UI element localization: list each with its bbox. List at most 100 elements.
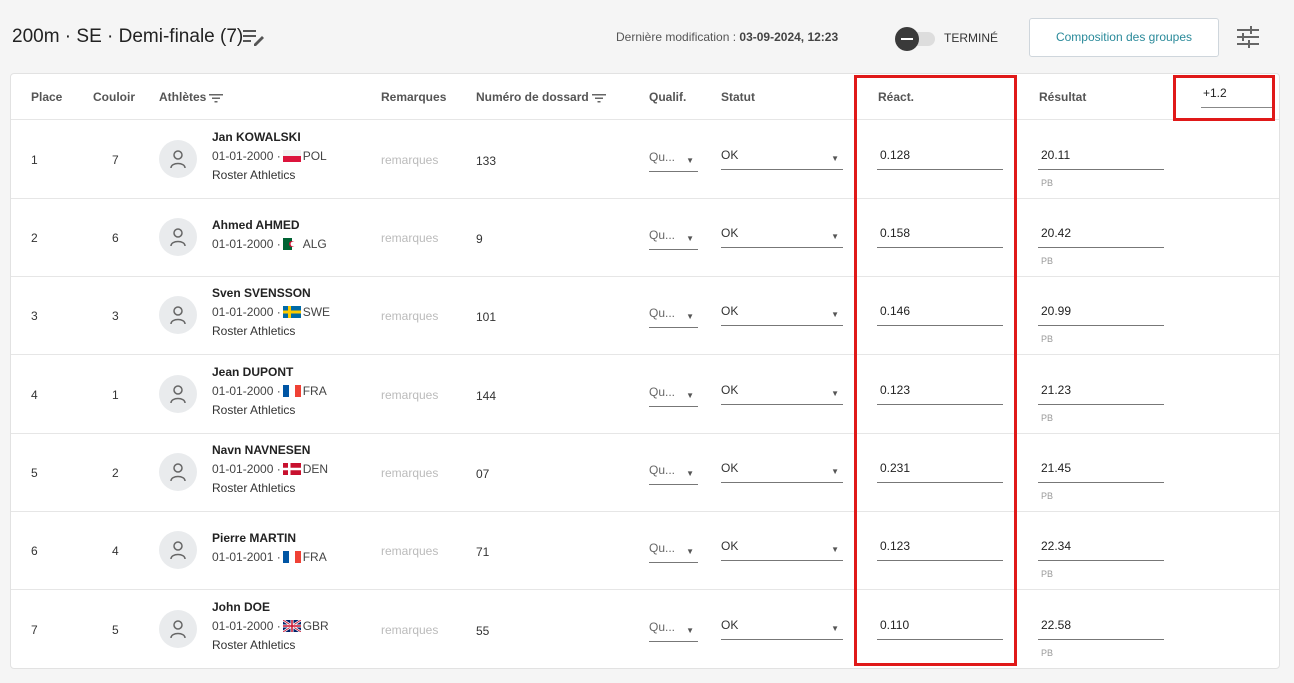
athlete-country: POL <box>302 149 327 163</box>
tune-settings-icon[interactable] <box>1234 24 1262 50</box>
table-row: 1 7 Jan KOWALSKI 01-01-2000 · POL Roster Athl… <box>11 120 1279 199</box>
avatar <box>159 140 197 178</box>
athlete-dob: 01-01-2001 · <box>212 550 281 564</box>
status-value: OK <box>721 304 739 318</box>
athlete-name[interactable]: Sven SVENSSON <box>212 286 311 300</box>
result-input[interactable]: 20.42 <box>1038 226 1164 248</box>
qualif-select[interactable]: Qu... ▼ <box>649 150 698 172</box>
athlete-dob-country: 01-01-2000 · ALG <box>212 237 327 251</box>
result-input[interactable]: 21.45 <box>1038 461 1164 483</box>
lane-cell: 3 <box>112 309 119 323</box>
status-value: OK <box>721 226 739 240</box>
chevron-down-icon: ▼ <box>686 156 694 165</box>
athlete-name[interactable]: Navn NAVNESEN <box>212 443 310 457</box>
athlete-club: Roster Athletics <box>212 168 296 182</box>
lane-cell: 7 <box>112 153 119 167</box>
remarks-input[interactable]: remarques <box>381 309 438 323</box>
chevron-down-icon: ▼ <box>686 234 694 243</box>
col-remarks[interactable]: Remarques <box>381 90 446 104</box>
flag-pol-icon <box>282 150 301 162</box>
status-value: OK <box>721 539 739 553</box>
status-select[interactable]: OK ▼ <box>721 304 843 326</box>
athlete-country: FRA <box>302 550 327 564</box>
col-result[interactable]: Résultat <box>1039 90 1086 104</box>
person-icon <box>170 620 186 639</box>
page-title: 200m · SE · Demi-finale (7) <box>12 26 244 47</box>
reaction-column-highlight <box>854 75 1017 666</box>
remarks-input[interactable]: remarques <box>381 231 438 245</box>
remarks-input[interactable]: remarques <box>381 466 438 480</box>
bib-cell: 07 <box>476 467 490 481</box>
remarks-input[interactable]: remarques <box>381 623 438 637</box>
status-select[interactable]: OK ▼ <box>721 148 843 170</box>
col-bib[interactable]: Numéro de dossard <box>476 90 606 104</box>
result-input[interactable]: 20.99 <box>1038 304 1164 326</box>
lane-cell: 4 <box>112 544 119 558</box>
filter-icon[interactable] <box>209 93 224 103</box>
place-cell: 1 <box>31 153 38 167</box>
qualif-select[interactable]: Qu... ▼ <box>649 541 698 563</box>
col-qualif[interactable]: Qualif. <box>649 90 686 104</box>
status-select[interactable]: OK ▼ <box>721 383 843 405</box>
finished-toggle[interactable] <box>895 27 941 51</box>
avatar <box>159 375 197 413</box>
table-row: 3 3 Sven SVENSSON 01-01-2000 · SWE Roster Ath… <box>11 277 1279 355</box>
result-input[interactable]: 20.11 <box>1038 148 1164 170</box>
edit-list-icon[interactable] <box>242 27 266 47</box>
qualif-select[interactable]: Qu... ▼ <box>649 228 698 250</box>
athlete-dob: 01-01-2000 · <box>212 384 281 398</box>
chevron-down-icon: ▼ <box>831 310 839 319</box>
pb-badge: PB <box>1041 334 1054 344</box>
group-composition-button[interactable]: Composition des groupes <box>1029 18 1219 57</box>
avatar <box>159 610 197 648</box>
col-place[interactable]: Place <box>31 90 62 104</box>
result-input[interactable]: 22.58 <box>1038 618 1164 640</box>
remarks-input[interactable]: remarques <box>381 544 438 558</box>
person-icon <box>170 385 186 404</box>
status-select[interactable]: OK ▼ <box>721 461 843 483</box>
athlete-dob: 01-01-2000 · <box>212 619 281 633</box>
qualif-select[interactable]: Qu... ▼ <box>649 463 698 485</box>
athlete-name[interactable]: Jean DUPONT <box>212 365 293 379</box>
table-row: 5 2 Navn NAVNESEN 01-01-2000 · DEN Roster Ath… <box>11 434 1279 512</box>
pb-badge: PB <box>1041 413 1054 423</box>
col-athletes-label: Athlètes <box>159 90 207 104</box>
qualif-value: Qu... <box>649 541 676 555</box>
result-input[interactable]: 21.23 <box>1038 383 1164 405</box>
result-input[interactable]: 22.34 <box>1038 539 1164 561</box>
athlete-club: Roster Athletics <box>212 638 296 652</box>
col-lane[interactable]: Couloir <box>93 90 135 104</box>
qualif-value: Qu... <box>649 620 676 634</box>
bib-cell: 144 <box>476 389 497 403</box>
status-select[interactable]: OK ▼ <box>721 618 843 640</box>
athlete-dob: 01-01-2000 · <box>212 237 281 251</box>
col-athletes[interactable]: Athlètes <box>159 90 224 104</box>
qualif-value: Qu... <box>649 150 676 164</box>
athlete-name[interactable]: Jan KOWALSKI <box>212 130 301 144</box>
athlete-country: ALG <box>302 237 327 251</box>
flag-den-icon <box>282 463 301 475</box>
finished-toggle-label: TERMINÉ <box>944 31 998 45</box>
athlete-name[interactable]: John DOE <box>212 600 270 614</box>
lane-cell: 1 <box>112 388 119 402</box>
person-icon <box>170 306 186 325</box>
athlete-name[interactable]: Ahmed AHMED <box>212 218 300 232</box>
lane-cell: 5 <box>112 623 119 637</box>
chevron-down-icon: ▼ <box>686 547 694 556</box>
place-cell: 7 <box>31 623 38 637</box>
qualif-select[interactable]: Qu... ▼ <box>649 306 698 328</box>
flag-fra-icon <box>282 385 301 397</box>
status-select[interactable]: OK ▼ <box>721 226 843 248</box>
avatar <box>159 453 197 491</box>
pb-badge: PB <box>1041 491 1054 501</box>
qualif-select[interactable]: Qu... ▼ <box>649 620 698 642</box>
last-modified-value: 03-09-2024, 12:23 <box>739 30 839 44</box>
status-select[interactable]: OK ▼ <box>721 539 843 561</box>
col-status[interactable]: Statut <box>721 90 755 104</box>
status-value: OK <box>721 461 739 475</box>
remarks-input[interactable]: remarques <box>381 153 438 167</box>
remarks-input[interactable]: remarques <box>381 388 438 402</box>
qualif-select[interactable]: Qu... ▼ <box>649 385 698 407</box>
filter-icon[interactable] <box>591 93 606 103</box>
athlete-name[interactable]: Pierre MARTIN <box>212 531 296 545</box>
